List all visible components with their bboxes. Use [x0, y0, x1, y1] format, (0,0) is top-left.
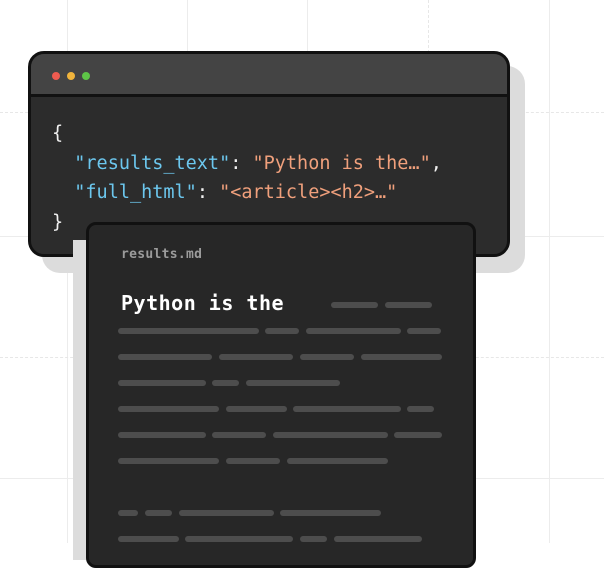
- text-placeholder: [145, 510, 172, 516]
- text-placeholder: [265, 328, 299, 334]
- text-placeholder: [300, 354, 354, 360]
- text-placeholder: [118, 536, 179, 542]
- full-html-value: "<article><h2>…": [219, 182, 398, 203]
- json-code: { "results_text": "Python is the…", "ful…: [52, 119, 442, 237]
- text-placeholder: [118, 380, 206, 386]
- text-placeholder: [334, 536, 422, 542]
- results-text-value: "Python is the…": [252, 152, 431, 174]
- text-placeholder: [306, 328, 401, 334]
- text-placeholder: [118, 328, 259, 334]
- markdown-card: results.md Python is the: [86, 222, 476, 568]
- minimize-dot-icon[interactable]: [67, 72, 75, 80]
- window-titlebar: [31, 54, 507, 97]
- text-placeholder: [219, 354, 293, 360]
- text-placeholder: [361, 354, 442, 360]
- open-brace: {: [52, 123, 64, 144]
- document-heading: Python is the: [121, 291, 285, 315]
- text-placeholder: [394, 432, 442, 438]
- text-placeholder: [331, 302, 378, 308]
- text-placeholder: [226, 458, 280, 464]
- maximize-dot-icon[interactable]: [82, 72, 90, 80]
- text-placeholder: [300, 536, 327, 542]
- text-placeholder: [179, 510, 274, 516]
- text-placeholder: [118, 406, 219, 412]
- text-placeholder: [280, 510, 381, 516]
- text-placeholder: [212, 380, 239, 386]
- file-name: results.md: [121, 247, 203, 262]
- text-placeholder: [293, 406, 401, 412]
- comma: ,: [430, 152, 442, 174]
- text-placeholder: [226, 406, 287, 412]
- text-placeholder: [118, 354, 212, 360]
- text-placeholder: [385, 302, 432, 308]
- text-placeholder: [407, 406, 434, 412]
- text-placeholder: [246, 380, 340, 386]
- text-placeholder: [212, 432, 266, 438]
- text-placeholder: [287, 458, 388, 464]
- results-text-key: "results_text": [74, 152, 231, 174]
- close-dot-icon[interactable]: [52, 72, 60, 80]
- full-html-key: "full_html": [74, 182, 197, 203]
- text-placeholder: [118, 510, 138, 516]
- text-placeholder: [118, 458, 219, 464]
- separator: :: [230, 152, 253, 174]
- separator: :: [196, 182, 220, 203]
- grid-line: [549, 0, 550, 543]
- text-placeholder: [407, 328, 441, 334]
- text-placeholder: [273, 432, 388, 438]
- close-brace: }: [52, 211, 64, 233]
- text-placeholder: [118, 432, 206, 438]
- text-placeholder: [185, 536, 293, 542]
